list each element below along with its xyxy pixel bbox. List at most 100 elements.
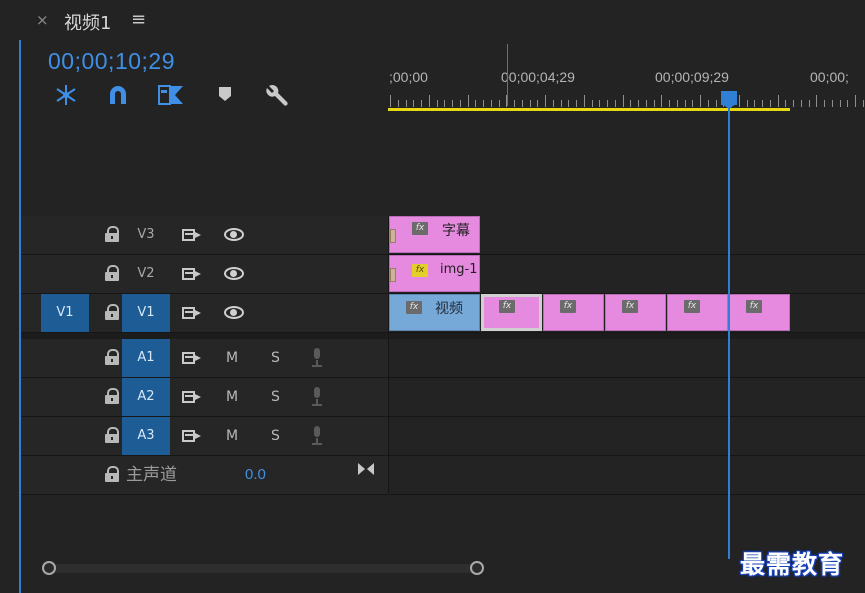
sequence-tab-title[interactable]: 视频1 <box>64 9 111 35</box>
ruler-tick <box>754 100 756 107</box>
clip-v1-2[interactable]: fx <box>543 294 604 331</box>
clip-v3-title[interactable]: fx 字幕 <box>389 216 480 253</box>
microphone-icon[interactable] <box>312 387 322 407</box>
sync-lock-icon[interactable] <box>182 350 202 366</box>
ruler-tick <box>514 100 515 107</box>
playhead-timecode[interactable]: 00;00;10;29 <box>48 48 175 75</box>
track-header-v1: V1 V1 <box>21 294 388 333</box>
clip-v1-4[interactable]: fx <box>667 294 728 331</box>
master-volume-value[interactable]: 0.0 <box>245 456 266 494</box>
clip-v2-img[interactable]: fx img-1 <box>389 255 480 292</box>
fx-badge: fx <box>684 300 700 313</box>
mute-button[interactable]: M <box>226 378 238 416</box>
linked-selection-icon[interactable] <box>156 84 186 110</box>
sync-lock-icon[interactable] <box>182 389 202 405</box>
ruler-tick <box>622 95 624 107</box>
track-name-a2[interactable]: A2 <box>122 378 170 416</box>
wrench-icon[interactable] <box>262 84 292 110</box>
mute-button[interactable]: M <box>226 339 238 377</box>
fx-badge: fx <box>499 300 515 313</box>
track-area-a3[interactable] <box>389 417 865 456</box>
ruler-tick <box>661 95 663 107</box>
ruler-tick <box>769 100 771 107</box>
ruler-tick <box>545 95 546 107</box>
clip-grip <box>390 229 396 243</box>
playhead-line[interactable] <box>728 104 730 559</box>
track-name-a1[interactable]: A1 <box>122 339 170 377</box>
microphone-icon[interactable] <box>312 426 322 446</box>
ruler-tick <box>746 100 748 107</box>
ruler-tick <box>645 100 647 107</box>
fx-badge: fx <box>406 301 422 314</box>
sync-lock-icon[interactable] <box>182 428 202 444</box>
ruler-tick <box>521 100 523 107</box>
ruler-tick <box>591 100 593 107</box>
ruler-tick <box>490 100 492 107</box>
scrollbar-thumb[interactable] <box>48 564 480 573</box>
ruler-tick <box>700 95 701 107</box>
ruler-tick <box>762 100 763 107</box>
ruler-tick <box>847 100 849 107</box>
ruler-tick <box>599 100 601 107</box>
sync-lock-icon[interactable] <box>182 305 202 321</box>
track-name-v1[interactable]: V1 <box>122 294 170 332</box>
ruler-label-1: 00;00;04;29 <box>501 69 575 85</box>
ruler-tick <box>529 100 531 107</box>
eye-icon[interactable] <box>224 228 244 241</box>
mute-button[interactable]: M <box>226 417 238 455</box>
scrollbar-right-handle[interactable] <box>470 561 484 575</box>
track-name-v3[interactable]: V3 <box>122 216 170 254</box>
lock-icon[interactable] <box>105 304 119 320</box>
sync-lock-icon[interactable] <box>182 227 202 243</box>
ruler-tick <box>552 100 554 107</box>
ruler-tick <box>413 100 415 107</box>
lock-icon[interactable] <box>105 265 119 281</box>
track-area-a2[interactable] <box>389 378 865 417</box>
clip-v1-3[interactable]: fx <box>605 294 666 331</box>
eye-icon[interactable] <box>224 306 244 319</box>
sync-lock-icon[interactable] <box>182 266 202 282</box>
ruler-tick <box>405 100 407 107</box>
lock-icon[interactable] <box>105 226 119 242</box>
lock-icon[interactable] <box>105 349 119 365</box>
marker-icon[interactable] <box>210 84 240 110</box>
snap-icon[interactable] <box>51 84 81 110</box>
track-name-v2[interactable]: V2 <box>122 255 170 293</box>
clip-v1-selected[interactable]: fx <box>481 294 542 331</box>
playhead-handle[interactable] <box>721 91 737 109</box>
source-patch-v1[interactable]: V1 <box>41 294 89 332</box>
lock-icon[interactable] <box>105 388 119 404</box>
time-ruler[interactable] <box>388 40 865 112</box>
clip-label: img-1 <box>440 262 478 277</box>
ruler-tick <box>614 100 616 107</box>
microphone-icon[interactable] <box>312 348 322 368</box>
clip-v1-5[interactable]: fx <box>729 294 790 331</box>
ruler-tick <box>452 100 453 107</box>
track-area-a1[interactable] <box>389 339 865 378</box>
track-name-a3[interactable]: A3 <box>122 417 170 455</box>
ruler-tick <box>707 100 709 107</box>
ruler-tick <box>459 100 461 107</box>
go-to-end-icon[interactable] <box>357 462 375 480</box>
ruler-tick <box>862 100 864 107</box>
fx-badge: fx <box>746 300 762 313</box>
panel-menu-icon[interactable]: ≡ <box>131 9 146 30</box>
ruler-major-tick <box>507 44 508 106</box>
track-area-master[interactable] <box>389 456 865 495</box>
eye-icon[interactable] <box>224 267 244 280</box>
ruler-label-2: 00;00;09;29 <box>655 69 729 85</box>
solo-button[interactable]: S <box>271 378 280 416</box>
ruler-label-0: ;00;00 <box>389 69 428 85</box>
clip-v1-video[interactable]: fx 视频 <box>389 294 480 331</box>
scrollbar-left-handle[interactable] <box>42 561 56 575</box>
magnet-icon[interactable] <box>103 84 133 110</box>
close-icon[interactable]: × <box>36 11 49 29</box>
ruler-tick <box>831 100 833 107</box>
solo-button[interactable]: S <box>271 339 280 377</box>
lock-icon[interactable] <box>105 427 119 443</box>
fx-badge: fx <box>412 222 428 235</box>
ruler-tick <box>653 100 655 107</box>
solo-button[interactable]: S <box>271 417 280 455</box>
track-header-master: 主声道 0.0 <box>21 456 388 495</box>
lock-icon[interactable] <box>105 466 119 482</box>
